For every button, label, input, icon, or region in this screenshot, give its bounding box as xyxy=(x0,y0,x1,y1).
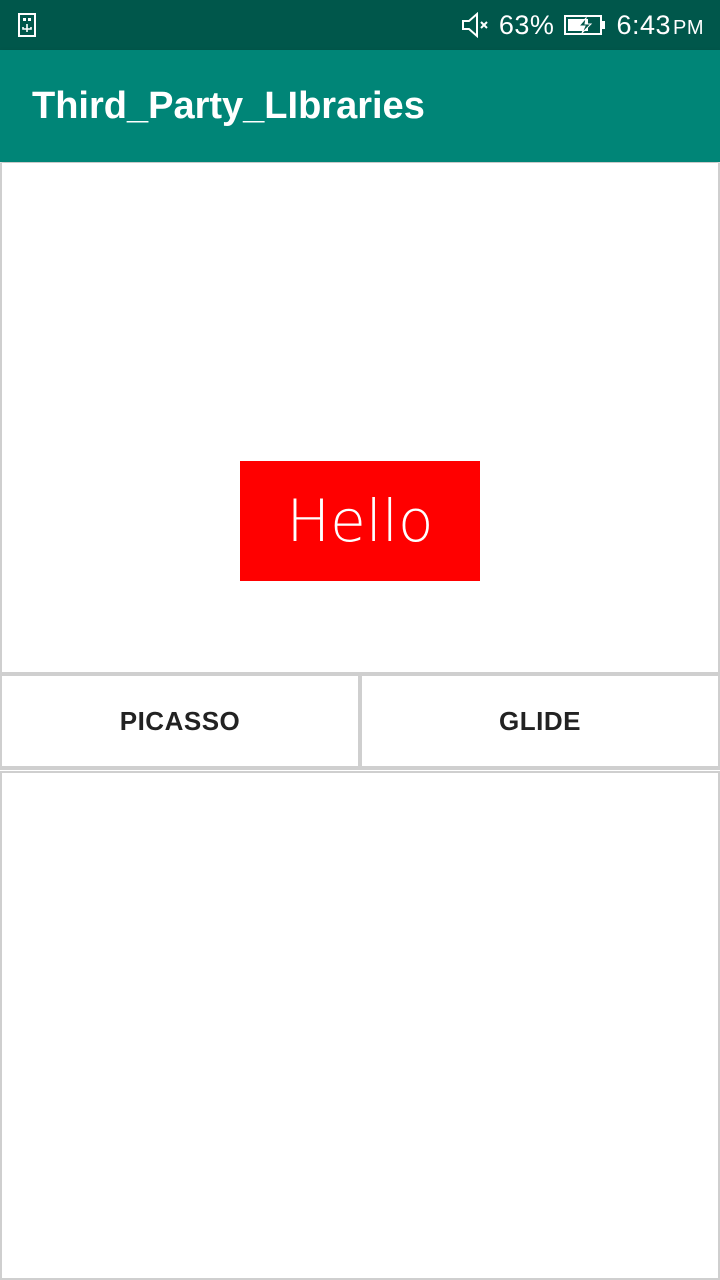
app-title: Third_Party_LIbraries xyxy=(32,84,425,127)
status-bar: 63% 6:43 PM xyxy=(0,0,720,50)
lower-image-panel xyxy=(0,771,720,1280)
clock-time: 6:43 xyxy=(616,9,671,40)
usb-icon xyxy=(18,13,36,37)
clock-ampm: PM xyxy=(673,16,704,39)
picasso-button[interactable]: PICASSO xyxy=(0,674,360,770)
app-bar: Third_Party_LIbraries xyxy=(0,50,720,162)
image-display-panel xyxy=(0,163,720,674)
mute-icon xyxy=(461,12,488,38)
battery-percent: 63% xyxy=(498,9,555,40)
battery-charging-icon xyxy=(564,15,606,35)
glide-button[interactable]: GLIDE xyxy=(360,674,720,770)
clock: 6:43 PM xyxy=(616,10,704,41)
button-row: PICASSO GLIDE xyxy=(0,674,720,770)
hello-text: Hello xyxy=(240,461,480,581)
status-right: 63% 6:43 PM xyxy=(461,0,704,50)
